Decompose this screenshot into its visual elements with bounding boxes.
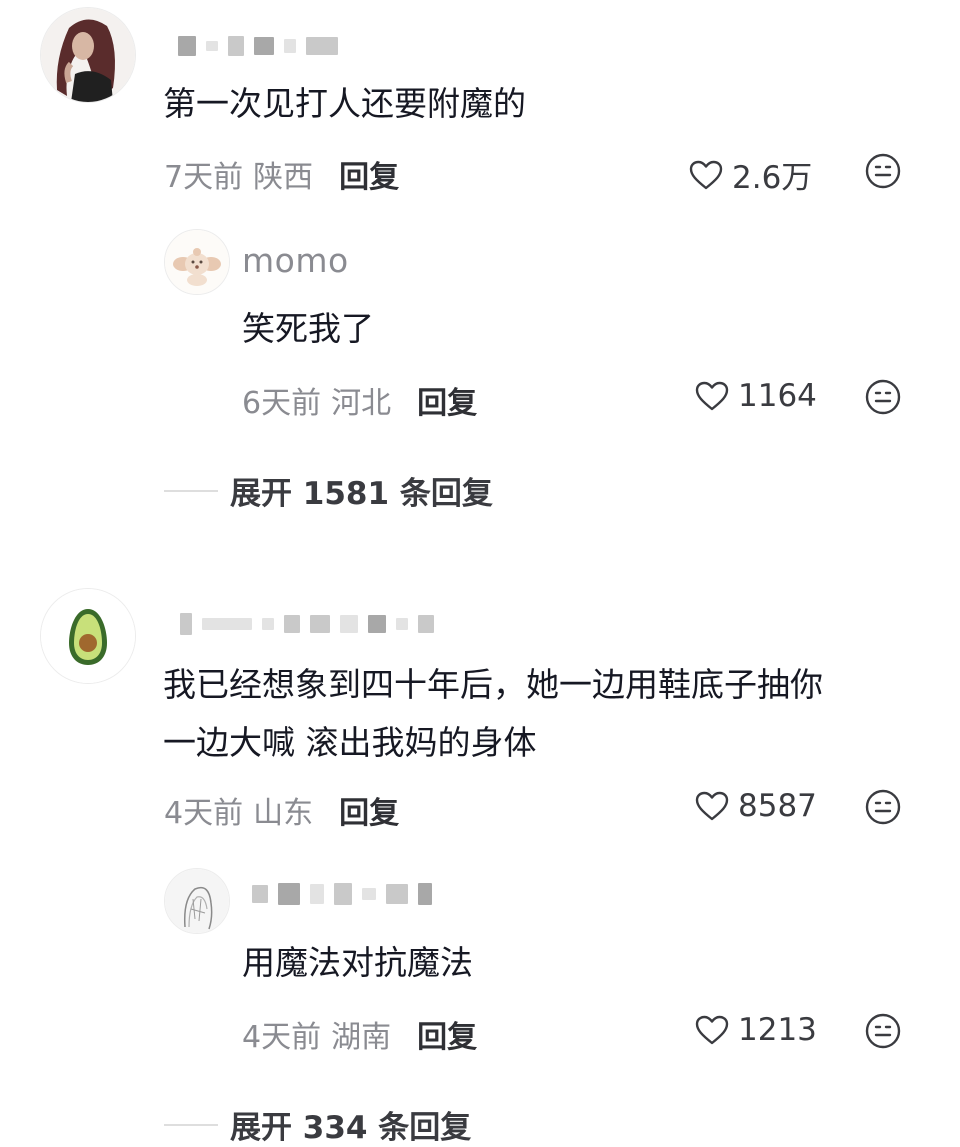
- like-count: 8587: [738, 788, 817, 824]
- reply-text: 用魔法对抗魔法: [242, 943, 473, 982]
- heart-outline-icon: [695, 381, 729, 411]
- like-count: 1213: [738, 1012, 817, 1048]
- like-button[interactable]: 2.6万: [688, 152, 812, 197]
- sketch-avatar-icon[interactable]: [164, 868, 230, 934]
- comment-text-line: 我已经想象到四十年后，她一边用鞋底子抽你: [163, 665, 823, 704]
- comment-time: 4天前: [164, 796, 244, 831]
- blurred-username[interactable]: [252, 882, 432, 906]
- like-count: 1164: [738, 378, 817, 414]
- emoji-face-icon[interactable]: [864, 788, 902, 826]
- comment-location: 陕西: [253, 160, 314, 195]
- blurred-username[interactable]: [180, 612, 434, 636]
- heart-outline-icon: [695, 791, 729, 821]
- reply-button[interactable]: 回复: [339, 152, 399, 196]
- comment-time: 7天前: [164, 160, 244, 195]
- reply-button[interactable]: 回复: [417, 378, 477, 422]
- comment-meta: 7天前 陕西 回复: [164, 152, 399, 196]
- heart-outline-icon: [689, 160, 723, 189]
- like-count: 2.6万: [732, 160, 813, 196]
- expand-replies-label: 展开 1581 条回复: [230, 476, 493, 512]
- comment-text: 第一次见打人还要附魔的: [163, 84, 526, 123]
- avocado-avatar-icon[interactable]: [40, 588, 136, 684]
- comment-meta: 4天前 山东 回复: [164, 788, 399, 832]
- comment-location: 山东: [253, 796, 314, 831]
- like-button[interactable]: 8587: [694, 788, 817, 824]
- reply-text: 笑死我了: [242, 309, 374, 348]
- reply-time: 4天前: [242, 1020, 322, 1055]
- reply-meta: 6天前 河北 回复: [242, 378, 477, 422]
- expand-replies-button[interactable]: 展开 1581 条回复: [164, 468, 493, 513]
- emoji-face-icon[interactable]: [864, 1012, 902, 1050]
- reply-location: 湖南: [331, 1020, 392, 1055]
- emoji-face-icon[interactable]: [864, 152, 902, 190]
- blurred-username[interactable]: [178, 34, 338, 58]
- girl-avatar-icon[interactable]: [40, 7, 136, 103]
- reply-username[interactable]: momo: [242, 241, 349, 280]
- reply-time: 6天前: [242, 386, 322, 421]
- like-button[interactable]: 1164: [694, 378, 817, 414]
- plush-dog-avatar-icon[interactable]: [164, 229, 230, 295]
- divider-line: [164, 489, 218, 492]
- expand-replies-label: 展开 334 条回复: [230, 1110, 472, 1146]
- expand-replies-button[interactable]: 展开 334 条回复: [164, 1102, 471, 1147]
- reply-meta: 4天前 湖南 回复: [242, 1012, 477, 1056]
- comment-text-line: 一边大喊 滚出我妈的身体: [163, 723, 537, 762]
- reply-location: 河北: [331, 386, 392, 421]
- divider-line: [164, 1123, 218, 1126]
- reply-button[interactable]: 回复: [417, 1012, 477, 1056]
- reply-button[interactable]: 回复: [339, 788, 399, 832]
- comment-text: 我已经想象到四十年后，她一边用鞋底子抽你 一边大喊 滚出我妈的身体: [163, 657, 823, 770]
- heart-outline-icon: [695, 1015, 729, 1045]
- like-button[interactable]: 1213: [694, 1012, 817, 1048]
- emoji-face-icon[interactable]: [864, 378, 902, 416]
